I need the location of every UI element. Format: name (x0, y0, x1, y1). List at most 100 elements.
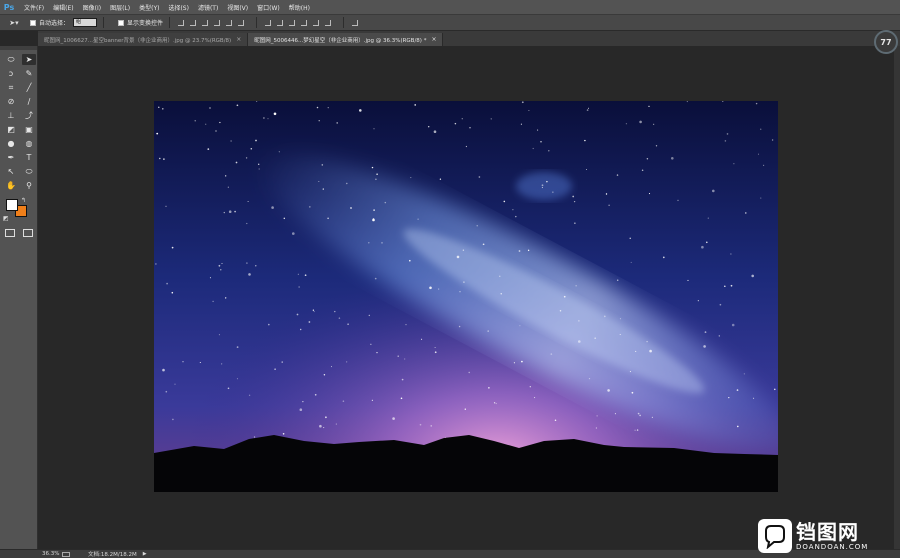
pen-icon[interactable]: ✒ (4, 152, 18, 163)
star (346, 361, 348, 363)
star (520, 123, 522, 125)
star (616, 174, 619, 176)
star (282, 433, 285, 435)
menu-type[interactable]: 类型(Y) (139, 3, 159, 12)
star (724, 140, 727, 142)
menu-view[interactable]: 视图(V) (227, 3, 248, 12)
zoom-icon[interactable]: ⚲ (22, 180, 36, 191)
lasso-icon[interactable]: ↄ (4, 68, 18, 79)
star (603, 315, 606, 318)
menu-image[interactable]: 图像(I) (83, 3, 101, 12)
marquee-icon[interactable]: ⬭ (4, 54, 18, 65)
distribute-hcenter-icon[interactable] (311, 18, 321, 28)
type-icon[interactable]: T (22, 152, 36, 163)
star (774, 388, 776, 391)
swap-colors-icon[interactable]: ↰ (21, 197, 26, 204)
star (751, 274, 754, 278)
close-icon[interactable]: × (431, 36, 436, 43)
document-canvas[interactable] (154, 101, 778, 492)
brush-icon[interactable]: ∕ (22, 96, 36, 107)
distribute-top-icon[interactable] (263, 18, 273, 28)
menu-window[interactable]: 窗口(W) (257, 3, 280, 12)
menu-bar: Ps 文件(F) 编辑(E) 图像(I) 图层(L) 类型(Y) 选择(S) 滤… (0, 0, 900, 14)
star (171, 291, 174, 294)
star (172, 418, 174, 421)
dodge-icon[interactable]: ◍ (22, 138, 36, 149)
star (763, 164, 765, 166)
shape-icon[interactable]: ⬭ (22, 166, 36, 177)
tab-document-1[interactable]: 昵图网_1006627...星空banner背景（非企业商用）.jpg @ 23… (38, 33, 249, 46)
star (371, 399, 373, 401)
align-vcenter-icon[interactable] (188, 18, 198, 28)
star (552, 191, 554, 193)
align-hcenter-icon[interactable] (224, 18, 234, 28)
star (730, 284, 733, 287)
align-top-icon[interactable] (176, 18, 186, 28)
star (641, 169, 644, 172)
move-tool-preset[interactable]: ➤▾ (6, 17, 22, 28)
screen-mode-icon[interactable] (23, 229, 33, 237)
star (634, 429, 636, 431)
quick-select-icon[interactable]: ✎ (22, 68, 36, 79)
quick-mask-icon[interactable] (5, 229, 15, 237)
align-left-icon[interactable] (212, 18, 222, 28)
menu-select[interactable]: 选择(S) (168, 3, 189, 12)
distribute-left-icon[interactable] (299, 18, 309, 28)
star (299, 408, 303, 412)
distribute-vcenter-icon[interactable] (275, 18, 285, 28)
auto-align-icon[interactable] (350, 18, 360, 28)
status-menu-arrow-icon[interactable]: ▶ (143, 551, 147, 557)
history-brush-icon[interactable]: ⤴ (22, 110, 36, 121)
menu-edit[interactable]: 编辑(E) (53, 3, 73, 12)
align-bottom-icon[interactable] (200, 18, 210, 28)
foreground-color[interactable] (6, 199, 18, 211)
move-icon[interactable]: ➤ (22, 54, 36, 65)
default-colors-icon[interactable]: ◩ (3, 215, 9, 222)
star (159, 157, 161, 160)
auto-select-dropdown[interactable]: 组 (73, 18, 98, 27)
star (608, 204, 610, 206)
hand-icon[interactable]: ✋ (4, 180, 18, 191)
star (521, 360, 523, 363)
star (671, 157, 674, 160)
auto-select-checkbox[interactable] (30, 19, 36, 26)
show-transform-checkbox[interactable] (118, 19, 125, 26)
star (375, 178, 377, 181)
star (327, 217, 329, 220)
star (207, 148, 210, 150)
blur-icon[interactable]: ● (4, 138, 18, 149)
crop-icon[interactable]: ⌗ (4, 82, 18, 93)
close-icon[interactable]: × (236, 36, 241, 43)
star (607, 389, 610, 392)
vertical-scrollbar[interactable] (894, 46, 900, 549)
tab-document-2[interactable]: 昵图网_5006446...梦幻星空（非企业商用）.jpg @ 36.3%(RG… (248, 33, 444, 46)
export-icon[interactable] (62, 551, 70, 557)
star (438, 288, 440, 290)
distribute-bottom-icon[interactable] (287, 18, 297, 28)
path-select-icon[interactable]: ↖ (4, 166, 18, 177)
navigator-zoom-badge[interactable]: 77 (874, 30, 898, 54)
gradient-icon[interactable]: ▣ (22, 124, 36, 135)
star (458, 325, 461, 328)
star (165, 390, 168, 393)
star (336, 122, 338, 124)
star (753, 397, 755, 399)
status-zoom[interactable]: 36.3% (42, 551, 62, 557)
eyedropper-icon[interactable]: ╱ (22, 82, 36, 93)
menu-filter[interactable]: 滤镜(T) (198, 3, 218, 12)
eraser-icon[interactable]: ◩ (4, 124, 18, 135)
menu-help[interactable]: 帮助(H) (289, 3, 310, 12)
star (719, 303, 722, 306)
canvas-area[interactable] (39, 46, 894, 549)
menu-file[interactable]: 文件(F) (24, 3, 44, 12)
star (304, 274, 307, 277)
star (586, 109, 589, 111)
star (319, 424, 322, 428)
spot-heal-icon[interactable]: ⊘ (4, 96, 18, 107)
distribute-right-icon[interactable] (323, 18, 333, 28)
star (278, 151, 280, 153)
star (404, 358, 406, 360)
menu-layer[interactable]: 图层(L) (110, 3, 130, 12)
stamp-icon[interactable]: ⊥ (4, 110, 18, 121)
align-right-icon[interactable] (236, 18, 246, 28)
